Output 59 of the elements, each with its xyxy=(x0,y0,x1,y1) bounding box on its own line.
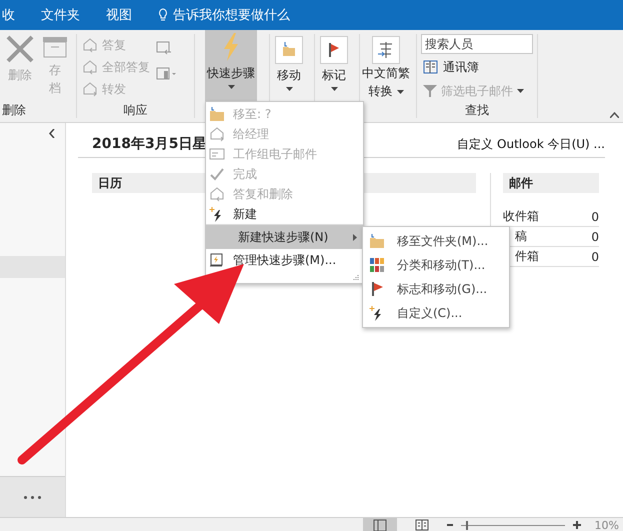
group-label: 删除 xyxy=(1,102,27,118)
menu-item[interactable]: 移至文件夹(M)... xyxy=(363,229,509,253)
flag-icon xyxy=(369,281,385,297)
convert-icon xyxy=(372,36,400,64)
mail-header: 邮件 xyxy=(503,173,599,193)
address-book-button[interactable]: 通讯簿 xyxy=(421,56,533,78)
menu-tab[interactable]: 收 xyxy=(2,6,31,24)
date-heading: 2018年3月5日星 xyxy=(92,135,206,153)
resize-grip-icon[interactable] xyxy=(353,274,359,280)
more-icon xyxy=(156,66,178,82)
meeting-icon xyxy=(156,40,172,56)
caret-icon xyxy=(330,87,338,91)
mail-folder-name[interactable]: 稿 xyxy=(515,228,527,245)
menu-tab[interactable]: 文件夹 xyxy=(41,6,96,24)
mail-folder-name[interactable]: 件箱 xyxy=(515,248,539,265)
archive-box-icon xyxy=(42,36,68,58)
mail-count: 0 xyxy=(591,230,599,244)
mail-count: 0 xyxy=(591,250,599,264)
collapse-icon[interactable] xyxy=(610,112,619,118)
group-label: 响应 xyxy=(122,102,148,118)
tell-me-field[interactable]: 告诉我你想要做什么 xyxy=(173,6,290,24)
zoom-in-icon[interactable] xyxy=(572,521,581,529)
search-people-field[interactable]: 搜索人员 xyxy=(421,34,533,54)
mail-folder-name[interactable]: 收件箱 xyxy=(503,208,539,225)
lightbulb-icon xyxy=(158,8,168,22)
caret-icon xyxy=(517,89,524,93)
customize-link[interactable]: 自定义 Outlook 今日(U) ... xyxy=(457,136,605,152)
folder-icon xyxy=(369,233,385,249)
convert-button[interactable]: 中文简繁 转换 xyxy=(360,34,412,102)
folder-icon xyxy=(275,36,303,64)
mail-count: 0 xyxy=(591,210,599,224)
grid-icon xyxy=(369,257,385,273)
move-button[interactable]: 移动 xyxy=(270,34,308,102)
menu-item[interactable]: 标志和移动(G)... xyxy=(363,277,509,301)
menu-item[interactable]: 新建 xyxy=(206,204,363,224)
manage-icon xyxy=(209,252,225,268)
flag-icon xyxy=(320,36,348,64)
lightning-icon xyxy=(222,32,240,62)
close-icon xyxy=(5,34,35,64)
folder-icon xyxy=(209,106,225,122)
submenu-arrow-icon xyxy=(353,234,357,240)
normal-view-icon[interactable] xyxy=(362,518,397,531)
address-book-icon xyxy=(423,60,439,74)
menu-tab[interactable]: 视图 xyxy=(106,6,148,24)
collapse-icon[interactable] xyxy=(49,129,55,138)
menu-item[interactable]: 管理快速步骤(M)... xyxy=(206,249,363,271)
caret-icon xyxy=(228,85,234,89)
menu-item[interactable]: 自定义(C)... xyxy=(363,301,509,325)
reading-view-icon[interactable] xyxy=(414,519,429,531)
menu-item[interactable]: 分类和移动(T)... xyxy=(363,253,509,277)
menu-item[interactable]: 新建快速步骤(N) xyxy=(206,224,363,249)
tags-button[interactable]: 标记 xyxy=(315,34,353,102)
zoom-level: 10% xyxy=(594,518,619,531)
group-label: 查找 xyxy=(464,102,490,118)
caret-icon xyxy=(396,90,404,94)
check-icon xyxy=(209,166,225,182)
caret-icon xyxy=(286,87,292,91)
filter-icon xyxy=(423,84,437,98)
card-icon xyxy=(209,146,225,162)
